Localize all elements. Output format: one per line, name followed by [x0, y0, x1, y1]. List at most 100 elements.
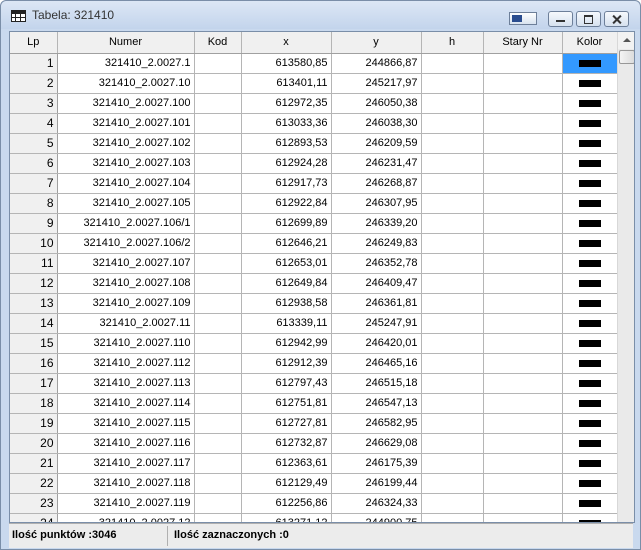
table-row[interactable]: 17 321410_2.0027.113 612797,43 246515,18	[10, 373, 618, 394]
column-header-numer[interactable]: Numer	[57, 32, 195, 54]
y-cell[interactable]: 246409,47	[331, 273, 422, 294]
row-number[interactable]: 8	[10, 193, 58, 214]
stary-nr-cell[interactable]	[483, 233, 563, 254]
stary-nr-cell[interactable]	[483, 513, 563, 522]
numer-cell[interactable]: 321410_2.0027.108	[57, 273, 195, 294]
column-header-kod[interactable]: Kod	[194, 32, 242, 54]
numer-cell[interactable]: 321410_2.0027.113	[57, 373, 195, 394]
kolor-cell[interactable]	[562, 393, 618, 414]
column-header-y[interactable]: y	[331, 32, 422, 54]
row-number[interactable]: 20	[10, 433, 58, 454]
h-cell[interactable]	[421, 53, 484, 74]
kolor-cell[interactable]	[562, 433, 618, 454]
kod-cell[interactable]	[194, 173, 242, 194]
y-cell[interactable]: 246547,13	[331, 393, 422, 414]
stary-nr-cell[interactable]	[483, 493, 563, 514]
kod-cell[interactable]	[194, 293, 242, 314]
numer-cell[interactable]: 321410_2.0027.1	[57, 53, 195, 74]
table-row[interactable]: 15 321410_2.0027.110 612942,99 246420,01	[10, 333, 618, 354]
table-row[interactable]: 24 321410_2.0027.12 613271,12 244900,75	[10, 513, 618, 522]
row-number[interactable]: 16	[10, 353, 58, 374]
kolor-cell[interactable]	[562, 193, 618, 214]
stary-nr-cell[interactable]	[483, 113, 563, 134]
row-number[interactable]: 5	[10, 133, 58, 154]
table-row[interactable]: 3 321410_2.0027.100 612972,35 246050,38	[10, 93, 618, 114]
table-row[interactable]: 14 321410_2.0027.11 613339,11 245247,91	[10, 313, 618, 334]
y-cell[interactable]: 246352,78	[331, 253, 422, 274]
stary-nr-cell[interactable]	[483, 353, 563, 374]
x-cell[interactable]: 612942,99	[241, 333, 332, 354]
row-number[interactable]: 13	[10, 293, 58, 314]
row-number[interactable]: 15	[10, 333, 58, 354]
table-row[interactable]: 1 321410_2.0027.1 613580,85 244866,87	[10, 53, 618, 74]
kolor-cell[interactable]	[562, 73, 618, 94]
y-cell[interactable]: 246199,44	[331, 473, 422, 494]
row-number[interactable]: 18	[10, 393, 58, 414]
row-number[interactable]: 7	[10, 173, 58, 194]
h-cell[interactable]	[421, 393, 484, 414]
kolor-cell[interactable]	[562, 213, 618, 234]
close-button[interactable]	[604, 11, 629, 27]
h-cell[interactable]	[421, 133, 484, 154]
stary-nr-cell[interactable]	[483, 133, 563, 154]
column-header-stary-nr[interactable]: Stary Nr	[483, 32, 563, 54]
row-number[interactable]: 4	[10, 113, 58, 134]
kod-cell[interactable]	[194, 193, 242, 214]
table-row[interactable]: 18 321410_2.0027.114 612751,81 246547,13	[10, 393, 618, 414]
numer-cell[interactable]: 321410_2.0027.104	[57, 173, 195, 194]
x-cell[interactable]: 612938,58	[241, 293, 332, 314]
table-row[interactable]: 5 321410_2.0027.102 612893,53 246209,59	[10, 133, 618, 154]
row-number[interactable]: 1	[10, 53, 58, 74]
kod-cell[interactable]	[194, 213, 242, 234]
h-cell[interactable]	[421, 153, 484, 174]
scroll-up-arrow-icon[interactable]	[618, 32, 634, 49]
stary-nr-cell[interactable]	[483, 73, 563, 94]
y-cell[interactable]: 246339,20	[331, 213, 422, 234]
table-row[interactable]: 22 321410_2.0027.118 612129,49 246199,44	[10, 473, 618, 494]
numer-cell[interactable]: 321410_2.0027.102	[57, 133, 195, 154]
kolor-cell[interactable]	[562, 513, 618, 522]
row-number[interactable]: 2	[10, 73, 58, 94]
column-header-h[interactable]: h	[421, 32, 484, 54]
table-row[interactable]: 9 321410_2.0027.106/1 612699,89 246339,20	[10, 213, 618, 234]
h-cell[interactable]	[421, 513, 484, 522]
h-cell[interactable]	[421, 473, 484, 494]
title-bar[interactable]: Tabela: 321410	[1, 1, 640, 29]
kod-cell[interactable]	[194, 513, 242, 522]
x-cell[interactable]: 612363,61	[241, 453, 332, 474]
stary-nr-cell[interactable]	[483, 313, 563, 334]
h-cell[interactable]	[421, 213, 484, 234]
x-cell[interactable]: 612972,35	[241, 93, 332, 114]
x-cell[interactable]: 612256,86	[241, 493, 332, 514]
column-header-x[interactable]: x	[241, 32, 332, 54]
row-number[interactable]: 22	[10, 473, 58, 494]
kolor-cell[interactable]	[562, 453, 618, 474]
stary-nr-cell[interactable]	[483, 413, 563, 434]
table-row[interactable]: 7 321410_2.0027.104 612917,73 246268,87	[10, 173, 618, 194]
table-row[interactable]: 8 321410_2.0027.105 612922,84 246307,95	[10, 193, 618, 214]
kolor-cell[interactable]	[562, 373, 618, 394]
table-row[interactable]: 23 321410_2.0027.119 612256,86 246324,33	[10, 493, 618, 514]
kod-cell[interactable]	[194, 393, 242, 414]
y-cell[interactable]: 246420,01	[331, 333, 422, 354]
x-cell[interactable]: 613339,11	[241, 313, 332, 334]
stary-nr-cell[interactable]	[483, 153, 563, 174]
y-cell[interactable]: 244900,75	[331, 513, 422, 522]
kolor-cell[interactable]	[562, 333, 618, 354]
x-cell[interactable]: 612912,39	[241, 353, 332, 374]
x-cell[interactable]: 613580,85	[241, 53, 332, 74]
numer-cell[interactable]: 321410_2.0027.103	[57, 153, 195, 174]
h-cell[interactable]	[421, 353, 484, 374]
x-cell[interactable]: 613401,11	[241, 73, 332, 94]
y-cell[interactable]: 246268,87	[331, 173, 422, 194]
x-cell[interactable]: 612129,49	[241, 473, 332, 494]
h-cell[interactable]	[421, 493, 484, 514]
kod-cell[interactable]	[194, 73, 242, 94]
y-cell[interactable]: 246249,83	[331, 233, 422, 254]
stary-nr-cell[interactable]	[483, 173, 563, 194]
numer-cell[interactable]: 321410_2.0027.100	[57, 93, 195, 114]
kolor-cell[interactable]	[562, 493, 618, 514]
row-number[interactable]: 3	[10, 93, 58, 114]
h-cell[interactable]	[421, 313, 484, 334]
kod-cell[interactable]	[194, 253, 242, 274]
